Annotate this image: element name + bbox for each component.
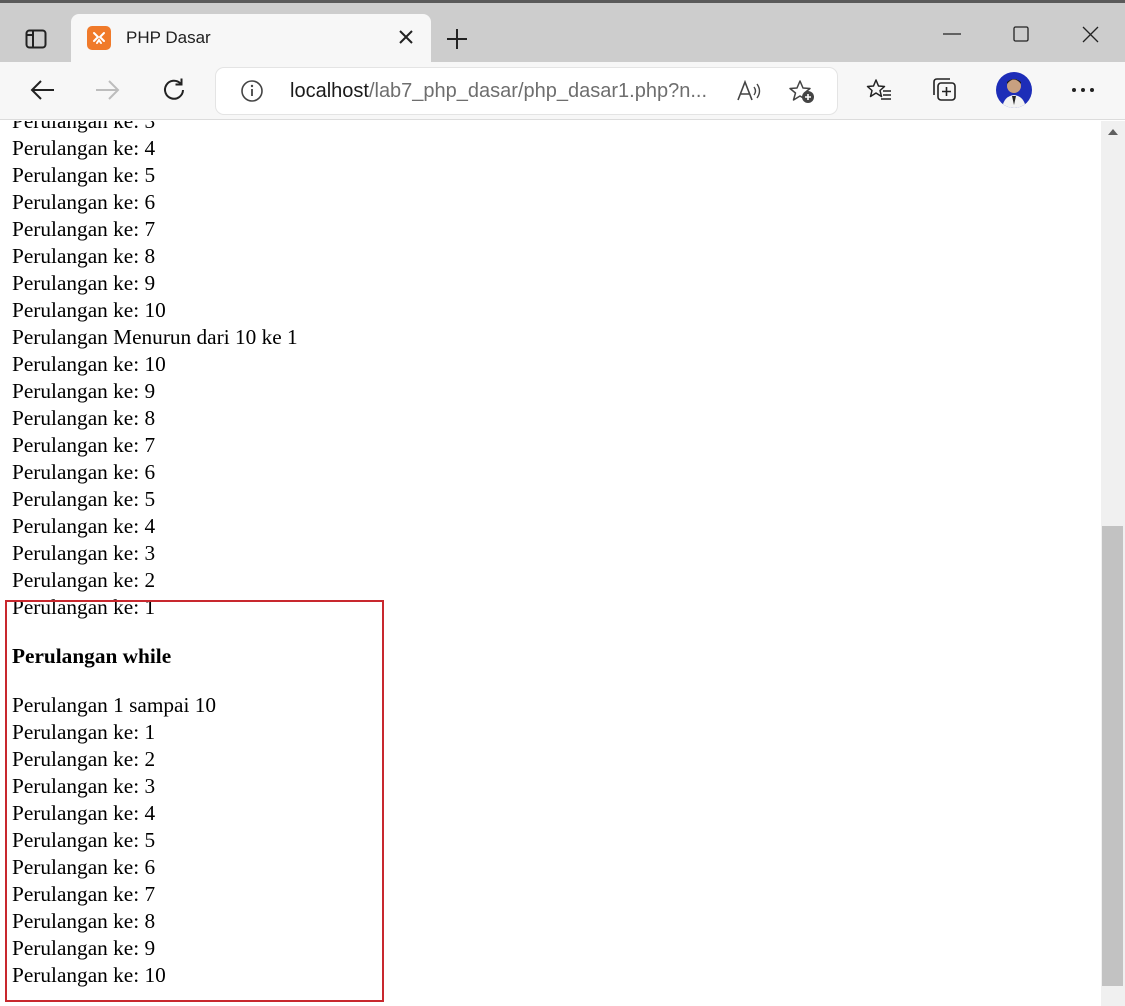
output-line: Perulangan ke: 3 [12, 541, 156, 565]
output-line: Perulangan ke: 7 [12, 433, 156, 457]
output-line: Perulangan ke: 10 [12, 352, 166, 376]
tab-title: PHP Dasar [126, 28, 211, 47]
output-line: Perulangan ke: 2 [12, 747, 156, 771]
address-bar[interactable]: localhost/lab7_php_dasar/php_dasar1.php?… [216, 68, 837, 114]
output-line: Perulangan ke: 4 [12, 801, 156, 825]
scroll-down-arrow-icon[interactable] [1101, 988, 1125, 1006]
vertical-scrollbar[interactable] [1101, 121, 1125, 1006]
while-heading: Perulangan while [12, 644, 172, 668]
url-host: localhost [290, 80, 369, 102]
output-line: Perulangan Menurun dari 10 ke 1 [12, 325, 298, 349]
output-line: Perulangan 1 sampai 10 [12, 693, 217, 717]
output-line: Perulangan ke: 2 [12, 568, 156, 592]
output-line: Perulangan ke: 8 [12, 244, 156, 268]
more-icon[interactable] [1063, 72, 1103, 108]
output-line: Perulangan ke: 5 [12, 487, 156, 511]
browser-tab[interactable]: PHP Dasar [71, 14, 431, 65]
output-line: Perulangan ke: 5 [12, 163, 156, 187]
close-window-icon[interactable] [1070, 17, 1110, 51]
back-arrow-icon[interactable] [22, 72, 62, 108]
output-line: Perulangan ke: 6 [12, 460, 156, 484]
output-line: Perulangan ke: 10 [12, 963, 166, 987]
output-line: Perulangan ke: 9 [12, 936, 156, 960]
page-viewport: Perulangan ke: 3 Perulangan ke: 4 Perula… [0, 121, 1101, 1006]
output-line: Perulangan ke: 6 [12, 855, 156, 879]
minimize-icon[interactable] [932, 17, 972, 51]
scroll-up-arrow-icon[interactable] [1101, 121, 1125, 143]
browser-toolbar: localhost/lab7_php_dasar/php_dasar1.php?… [0, 62, 1125, 120]
output-line: Perulangan ke: 4 [12, 514, 156, 538]
output-line: Perulangan ke: 6 [12, 190, 156, 214]
collections-icon[interactable] [925, 72, 965, 108]
forward-arrow-icon[interactable] [88, 72, 128, 108]
output-line: Perulangan ke: 8 [12, 406, 156, 430]
tab-actions-icon[interactable] [18, 24, 54, 54]
maximize-icon[interactable] [1001, 17, 1041, 51]
info-icon[interactable] [240, 79, 264, 103]
output-line: Perulangan ke: 3 [12, 774, 156, 798]
close-icon[interactable] [395, 26, 417, 48]
output-line: Perulangan ke: 5 [12, 828, 156, 852]
url-text[interactable]: localhost/lab7_php_dasar/php_dasar1.php?… [290, 80, 707, 103]
xampp-icon [87, 26, 111, 50]
output-line: Perulangan ke: 9 [12, 271, 156, 295]
output-line: Perulangan ke: 1 [12, 595, 156, 619]
page-content: Perulangan ke: 3 Perulangan ke: 4 Perula… [12, 121, 298, 989]
output-line: Perulangan ke: 3 [12, 121, 156, 133]
output-line: Perulangan ke: 7 [12, 882, 156, 906]
avatar[interactable] [996, 72, 1032, 108]
title-bar: PHP Dasar [0, 0, 1125, 65]
read-aloud-icon[interactable] [734, 78, 764, 104]
scroll-thumb[interactable] [1102, 526, 1123, 986]
output-line: Perulangan ke: 1 [12, 720, 156, 744]
output-line: Perulangan ke: 10 [12, 298, 166, 322]
output-line: Perulangan ke: 8 [12, 909, 156, 933]
refresh-icon[interactable] [154, 72, 194, 108]
star-plus-icon[interactable] [786, 78, 818, 106]
url-path: /lab7_php_dasar/php_dasar1.php?n... [368, 80, 707, 102]
plus-icon[interactable] [443, 25, 471, 53]
output-line: Perulangan ke: 7 [12, 217, 156, 241]
output-line: Perulangan ke: 4 [12, 136, 156, 160]
favorites-list-icon[interactable] [859, 72, 899, 108]
output-line: Perulangan ke: 9 [12, 379, 156, 403]
